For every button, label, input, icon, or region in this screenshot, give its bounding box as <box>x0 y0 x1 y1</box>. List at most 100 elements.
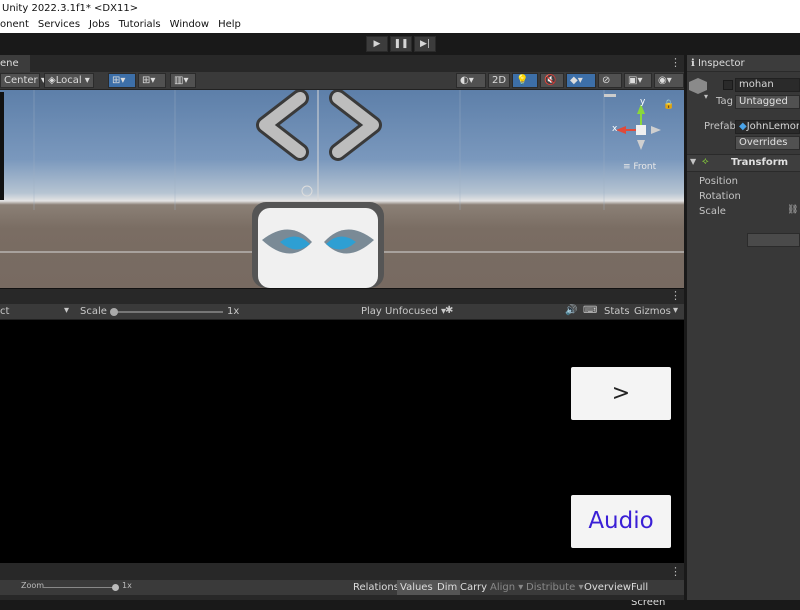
grid-snap-button[interactable]: ⊞▾ <box>108 73 136 88</box>
relations-button[interactable]: Relations <box>350 580 402 595</box>
distribute-dropdown[interactable]: Distribute ▾ <box>523 580 586 595</box>
bottom-tab-bar <box>0 563 684 580</box>
step-button[interactable]: ▶| <box>414 36 436 52</box>
camera-icon: ▣▾ <box>628 75 643 86</box>
pivot-mode-dropdown[interactable]: Center ▾ <box>0 73 46 88</box>
orientation-gizmo[interactable] <box>616 104 661 150</box>
menu-item-jobs[interactable]: Jobs <box>89 17 110 33</box>
pause-button[interactable]: ❚❚ <box>390 36 412 52</box>
pivot-space-label: Local <box>55 75 82 86</box>
align-label: Align <box>490 582 516 593</box>
prefab-field[interactable]: ◆JohnLemon <box>735 120 800 134</box>
snap-increment-button[interactable]: ⊞▾ <box>138 73 166 88</box>
tag-dropdown[interactable]: Untagged <box>735 95 800 109</box>
scale-label: Scale <box>80 306 107 317</box>
hidden-objects-toggle[interactable]: ⊘ <box>598 73 622 88</box>
scene-viewport[interactable]: y x 🔒 ≡ Front <box>0 90 684 288</box>
stats-button[interactable]: Stats <box>604 306 630 317</box>
bottom-more-icon[interactable]: ⋮ <box>670 565 681 578</box>
effects-icon: ◆▾ <box>570 75 583 86</box>
gizmo-x-label: x <box>612 124 618 134</box>
lighting-toggle[interactable]: 💡 <box>512 73 538 88</box>
scene-more-icon[interactable]: ⋮ <box>670 56 681 69</box>
bug-icon[interactable]: ✱ <box>445 305 453 316</box>
menu-item-services[interactable]: Services <box>38 17 80 33</box>
gizmo-menu-icon[interactable] <box>604 94 616 97</box>
foldout-arrow-icon[interactable]: ▼ <box>690 157 696 166</box>
ruler-icon: ▥▾ <box>174 75 189 86</box>
eye-slash-icon: ⊘ <box>602 75 611 86</box>
eyes-sprite[interactable] <box>252 202 384 288</box>
cube-icon: ◈ <box>48 75 56 86</box>
audio-mute-icon[interactable]: 🔊 <box>565 305 577 316</box>
display-select[interactable]: ct <box>0 306 9 317</box>
position-label: Position <box>699 176 738 187</box>
prefab-label: Prefab <box>704 121 736 132</box>
scene-graphics <box>0 90 684 288</box>
menu-item-tutorials[interactable]: Tutorials <box>119 17 161 33</box>
ruler-button[interactable]: ▥▾ <box>170 73 196 88</box>
play-button[interactable]: ▶ <box>366 36 388 52</box>
inspector-tab-label: Inspector <box>697 58 745 69</box>
prefab-value: JohnLemon <box>746 121 800 132</box>
draw-mode-dropdown[interactable]: ◐▾ <box>456 73 486 88</box>
values-button[interactable]: Values <box>397 580 436 595</box>
link-icon[interactable]: ⛓ <box>787 205 798 215</box>
toggle-2d-button[interactable]: 2D <box>488 73 510 88</box>
camera-dropdown[interactable]: ▣▾ <box>624 73 652 88</box>
menu-item-window[interactable]: Window <box>170 17 209 33</box>
bottom-row <box>0 595 684 600</box>
scale-slider-track[interactable] <box>113 311 223 313</box>
play-mode-label: Play Unfocused <box>361 306 438 317</box>
pivot-mode-label: Center <box>4 75 38 86</box>
menu-item-help[interactable]: Help <box>218 17 241 33</box>
tab-inspector[interactable]: ℹ Inspector <box>687 55 800 72</box>
tab-scene[interactable]: ene <box>0 55 30 72</box>
mode-2d-label: 2D <box>492 75 507 86</box>
display-dropdown-arrow[interactable]: ▾ <box>64 305 69 316</box>
globe-icon: ◉▾ <box>658 75 672 86</box>
game-toolbar: ct ▾ Scale 1x Play Unfocused ▾ ✱ 🔊 ⌨ Sta… <box>0 304 684 320</box>
keyboard-icon[interactable]: ⌨ <box>583 305 597 316</box>
step-icon: ▶| <box>420 39 430 49</box>
chevron-sprite[interactable] <box>256 90 382 161</box>
icon-dropdown-arrow[interactable]: ▾ <box>704 92 708 101</box>
add-component-button[interactable] <box>747 233 800 247</box>
menu-bar: onent Services Jobs Tutorials Window Help <box>0 17 800 33</box>
scene-toolbar: Center ▾ ◈Local ▾ ⊞▾ ⊞▾ ▥▾ ◐▾ 2D 💡 🔇 ◆▾ … <box>0 72 684 90</box>
gizmos-dropdown-arrow[interactable]: ▾ <box>673 305 678 316</box>
play-toolbar: ▶ ❚❚ ▶| <box>0 33 800 55</box>
zoom-label: Zoom <box>21 581 45 590</box>
rotate-handle[interactable] <box>301 185 313 197</box>
zoom-value: 1x <box>122 581 132 590</box>
lock-icon[interactable]: 🔒 <box>663 100 674 110</box>
next-button[interactable]: > <box>571 367 671 420</box>
menu-item-component[interactable]: onent <box>0 17 29 33</box>
game-more-icon[interactable]: ⋮ <box>670 289 681 302</box>
scale-value: 1x <box>227 306 240 317</box>
gizmo-y-label: y <box>640 97 646 107</box>
pivot-space-dropdown[interactable]: ◈Local ▾ <box>44 73 94 88</box>
audio-button[interactable]: Audio <box>571 495 671 548</box>
scene-grid <box>33 90 605 210</box>
scene-tab-bar <box>0 55 684 72</box>
gizmos-button[interactable]: Gizmos <box>634 306 671 317</box>
object-name-input[interactable]: mohan <box>735 78 800 92</box>
scale-slider-thumb[interactable] <box>110 308 118 316</box>
play-mode-dropdown[interactable]: Play Unfocused ▾ <box>361 306 446 317</box>
light-icon: 💡 <box>516 75 529 86</box>
effects-dropdown[interactable]: ◆▾ <box>566 73 596 88</box>
align-dropdown[interactable]: Align ▾ <box>487 580 526 595</box>
gizmos-dropdown[interactable]: ◉▾ <box>654 73 684 88</box>
zoom-slider-track[interactable] <box>43 587 116 588</box>
overview-button[interactable]: Overview <box>581 580 634 595</box>
play-icon: ▶ <box>373 39 381 49</box>
carry-button[interactable]: Carry <box>457 580 490 595</box>
overrides-dropdown[interactable]: Overrides <box>735 136 800 150</box>
zoom-slider-thumb[interactable] <box>112 584 119 591</box>
gizmo-view-label[interactable]: ≡ Front <box>623 162 656 172</box>
active-checkbox[interactable] <box>723 80 733 90</box>
list-icon: ≡ <box>623 162 634 172</box>
audio-toggle[interactable]: 🔇 <box>540 73 564 88</box>
fullscreen-button[interactable]: Full Screen <box>628 580 684 608</box>
